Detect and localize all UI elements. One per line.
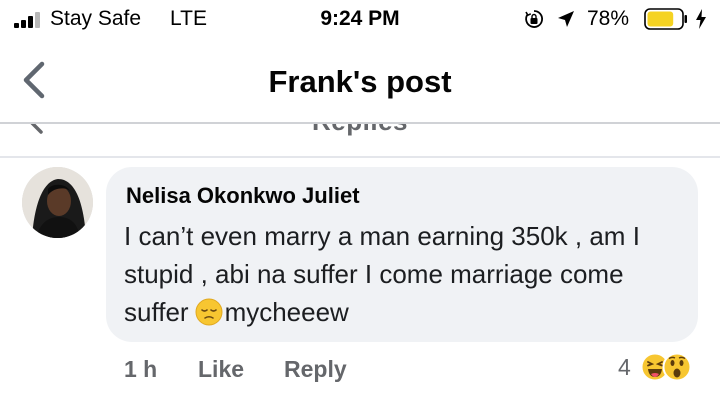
post-header: Frank's post bbox=[0, 44, 720, 122]
reply-button[interactable]: Reply bbox=[284, 356, 347, 383]
reaction-count: 4 bbox=[618, 354, 631, 380]
status-bar: Stay Safe LTE 9:24 PM 78% bbox=[0, 0, 720, 40]
charging-bolt-icon bbox=[696, 9, 706, 29]
avatar[interactable] bbox=[22, 167, 93, 238]
orientation-lock-icon bbox=[525, 10, 543, 28]
comment-timestamp[interactable]: 1 h bbox=[124, 356, 157, 383]
replies-bar[interactable]: Replies bbox=[0, 124, 720, 156]
wow-icon bbox=[662, 352, 692, 382]
comment-bubble[interactable]: Nelisa Okonkwo Juliet I can’t even marry… bbox=[106, 167, 698, 342]
pensive-face-icon bbox=[195, 298, 223, 326]
comment-suffix: mycheeew bbox=[224, 297, 349, 327]
section-divider bbox=[0, 156, 720, 158]
battery-percentage: 78% bbox=[587, 7, 630, 30]
page-title: Frank's post bbox=[268, 64, 452, 99]
location-arrow-icon bbox=[558, 11, 574, 27]
battery-icon bbox=[644, 8, 687, 30]
reaction-summary[interactable]: 4 bbox=[618, 352, 702, 386]
profile-photo-icon bbox=[22, 167, 93, 238]
replies-label: Replies bbox=[0, 124, 720, 137]
comment-text: I can’t even marry a man earning 350k , … bbox=[124, 217, 684, 331]
comment-author[interactable]: Nelisa Okonkwo Juliet bbox=[126, 183, 360, 209]
like-button[interactable]: Like bbox=[198, 356, 244, 383]
